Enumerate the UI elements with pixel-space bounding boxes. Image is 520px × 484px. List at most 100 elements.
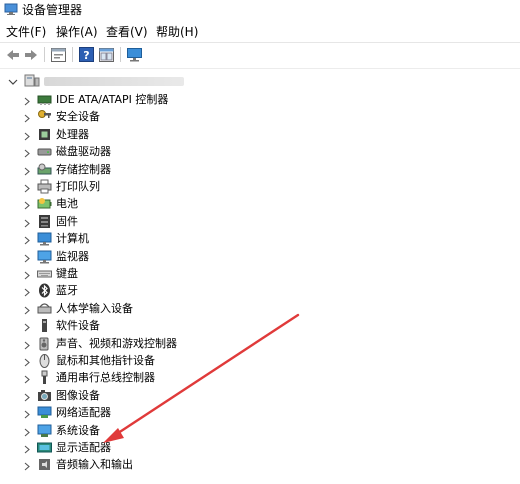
menu-file[interactable]: 文件(F) bbox=[6, 25, 46, 39]
tree-item[interactable]: 网络适配器 bbox=[0, 404, 520, 421]
tree-item-label: 人体学输入设备 bbox=[56, 301, 133, 315]
chevron-right-icon[interactable] bbox=[23, 252, 31, 263]
chevron-right-icon[interactable] bbox=[23, 373, 31, 384]
software-device-icon bbox=[37, 318, 52, 333]
tree-item[interactable]: 鼠标和其他指针设备 bbox=[0, 352, 520, 369]
tree-item[interactable]: 电池 bbox=[0, 195, 520, 212]
tree-item[interactable]: 软件设备 bbox=[0, 317, 520, 334]
chevron-down-icon[interactable] bbox=[8, 76, 18, 86]
tree-item-label: 蓝牙 bbox=[56, 284, 78, 298]
chevron-right-icon[interactable] bbox=[23, 147, 31, 158]
tree-item[interactable]: 音频输入和输出 bbox=[0, 456, 520, 473]
hid-icon bbox=[37, 301, 52, 316]
tree-item[interactable]: 监视器 bbox=[0, 248, 520, 265]
security-key-icon bbox=[37, 109, 52, 124]
tree-item[interactable]: 显示适配器 bbox=[0, 439, 520, 456]
toolbar-separator bbox=[120, 47, 121, 62]
monitor-icon[interactable] bbox=[126, 46, 143, 63]
usb-icon bbox=[37, 370, 52, 385]
forward-icon[interactable] bbox=[22, 46, 39, 63]
ide-controller-icon bbox=[37, 92, 52, 107]
tree-root[interactable] bbox=[0, 73, 520, 90]
chevron-right-icon[interactable] bbox=[23, 356, 31, 367]
chevron-right-icon[interactable] bbox=[23, 234, 31, 245]
tree-item[interactable]: 安全设备 bbox=[0, 108, 520, 125]
tree-item[interactable]: 声音、视频和游戏控制器 bbox=[0, 335, 520, 352]
tree-item[interactable]: 人体学输入设备 bbox=[0, 300, 520, 317]
menu-action[interactable]: 操作(A) bbox=[56, 25, 98, 39]
back-icon[interactable] bbox=[4, 46, 21, 63]
menu-view[interactable]: 查看(V) bbox=[106, 25, 148, 39]
tree-item[interactable]: 键盘 bbox=[0, 265, 520, 282]
chevron-right-icon[interactable] bbox=[23, 182, 31, 193]
chevron-right-icon[interactable] bbox=[23, 130, 31, 141]
tree-item[interactable]: 处理器 bbox=[0, 126, 520, 143]
tree-item[interactable]: 蓝牙 bbox=[0, 282, 520, 299]
chevron-right-icon[interactable] bbox=[23, 443, 31, 454]
help-icon[interactable]: ? bbox=[78, 46, 95, 63]
processor-icon bbox=[37, 127, 52, 142]
network-adapter-icon bbox=[37, 405, 52, 420]
window-title: 设备管理器 bbox=[22, 3, 83, 17]
tree-item-label: 处理器 bbox=[56, 127, 89, 141]
chevron-right-icon[interactable] bbox=[23, 199, 31, 210]
toolbar-separator bbox=[44, 47, 45, 62]
keyboard-icon bbox=[37, 266, 52, 281]
audio-io-icon bbox=[37, 457, 52, 472]
tree-item[interactable]: 计算机 bbox=[0, 230, 520, 247]
tree-item[interactable]: 存储控制器 bbox=[0, 161, 520, 178]
bluetooth-icon bbox=[37, 283, 52, 298]
tree-item-label: 磁盘驱动器 bbox=[56, 145, 111, 159]
chevron-right-icon[interactable] bbox=[23, 165, 31, 176]
chevron-right-icon[interactable] bbox=[23, 95, 31, 106]
toolbar: ? bbox=[0, 42, 520, 67]
mouse-icon bbox=[37, 353, 52, 368]
chevron-right-icon[interactable] bbox=[23, 269, 31, 280]
view-icon[interactable] bbox=[98, 46, 115, 63]
tree-item-label: 鼠标和其他指针设备 bbox=[56, 354, 155, 367]
svg-text:?: ? bbox=[83, 49, 89, 62]
chevron-right-icon[interactable] bbox=[23, 460, 31, 471]
chevron-right-icon[interactable] bbox=[23, 391, 31, 402]
tree-item[interactable]: 固件 bbox=[0, 213, 520, 230]
display-adapter-icon bbox=[37, 440, 52, 455]
chevron-right-icon[interactable] bbox=[23, 321, 31, 332]
tree-item-label: 图像设备 bbox=[56, 388, 100, 402]
disk-drive-icon bbox=[37, 144, 52, 159]
battery-icon bbox=[37, 196, 52, 211]
monitor-icon bbox=[37, 249, 52, 264]
tree-item-label: 网络适配器 bbox=[56, 406, 111, 420]
tree-item-label: 存储控制器 bbox=[56, 162, 111, 176]
menu-help[interactable]: 帮助(H) bbox=[156, 25, 198, 39]
chevron-right-icon[interactable] bbox=[23, 426, 31, 437]
properties-icon[interactable] bbox=[50, 46, 67, 63]
printer-icon bbox=[37, 179, 52, 194]
device-manager-app-icon bbox=[4, 3, 18, 15]
tree-item-label: IDE ATA/ATAPI 控制器 bbox=[56, 93, 169, 106]
chevron-right-icon[interactable] bbox=[23, 408, 31, 419]
tree-item-label: 软件设备 bbox=[56, 319, 100, 333]
toolbar-separator bbox=[72, 47, 73, 62]
tree-item-label: 计算机 bbox=[56, 232, 89, 246]
tree-item-label: 显示适配器 bbox=[56, 441, 111, 454]
camera-icon bbox=[37, 388, 52, 403]
tree-item-label: 安全设备 bbox=[56, 110, 100, 124]
menu-bar: 文件(F) 操作(A) 查看(V) 帮助(H) bbox=[0, 21, 520, 41]
tree-item-label: 键盘 bbox=[56, 267, 78, 280]
tree-item-label: 系统设备 bbox=[56, 423, 100, 437]
chevron-right-icon[interactable] bbox=[23, 339, 31, 350]
tree-item[interactable]: IDE ATA/ATAPI 控制器 bbox=[0, 91, 520, 108]
tree-item[interactable]: 磁盘驱动器 bbox=[0, 143, 520, 160]
chevron-right-icon[interactable] bbox=[23, 304, 31, 315]
chevron-right-icon[interactable] bbox=[23, 112, 31, 123]
device-tree: IDE ATA/ATAPI 控制器 安全设备处理器磁盘驱动器存储控制器打印队列 电池… bbox=[0, 68, 520, 484]
tree-item[interactable]: 系统设备 bbox=[0, 422, 520, 439]
tree-item[interactable]: 图像设备 bbox=[0, 387, 520, 404]
chevron-right-icon[interactable] bbox=[23, 286, 31, 297]
computer-icon bbox=[37, 231, 52, 246]
chevron-right-icon[interactable] bbox=[23, 217, 31, 228]
tree-item-label: 声音、视频和游戏控制器 bbox=[56, 336, 177, 350]
tree-item[interactable]: 打印队列 bbox=[0, 178, 520, 195]
tree-item[interactable]: 通用串行总线控制器 bbox=[0, 369, 520, 386]
tree-item-label: 固件 bbox=[56, 214, 78, 228]
